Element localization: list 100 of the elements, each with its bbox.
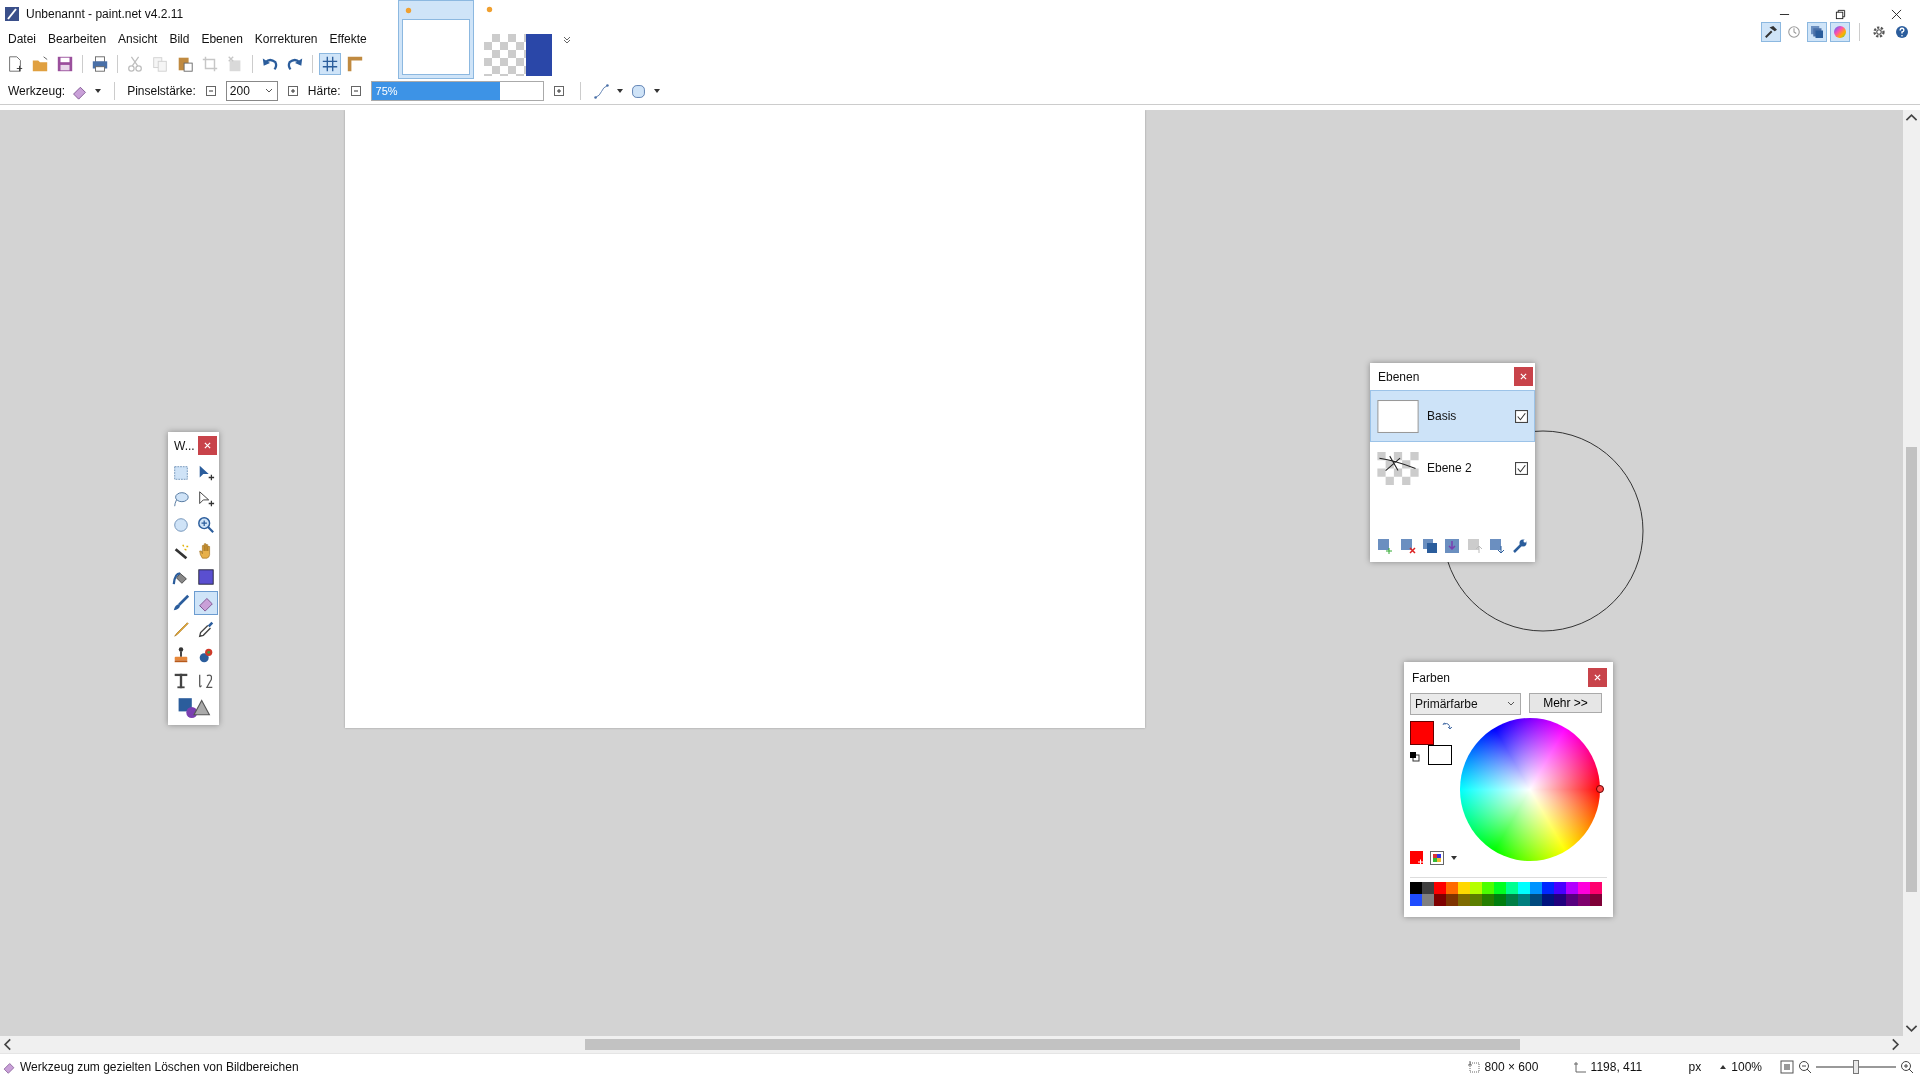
palette-swatch[interactable]: [1482, 894, 1494, 906]
delete-layer-icon[interactable]: [1399, 538, 1416, 554]
palette-swatch[interactable]: [1530, 894, 1542, 906]
menu-item[interactable]: Bearbeiten: [42, 32, 113, 46]
chevron-icon[interactable]: [562, 34, 572, 44]
minus-icon[interactable]: [205, 86, 216, 96]
caret-icon[interactable]: [1450, 854, 1458, 862]
palette-swatch[interactable]: [1554, 882, 1566, 894]
wrench-icon[interactable]: [1511, 538, 1528, 554]
palette-swatch[interactable]: [1458, 882, 1470, 894]
menu-item[interactable]: Effekte: [323, 32, 373, 46]
grid-icon[interactable]: [319, 53, 341, 75]
palette-swatch[interactable]: [1506, 894, 1518, 906]
brush-size-field[interactable]: 200: [225, 81, 278, 101]
zoom-value[interactable]: 100%: [1731, 1060, 1762, 1074]
palette-swatch[interactable]: [1530, 882, 1542, 894]
cursor-position-icon: [1572, 1060, 1587, 1074]
close-icon: [204, 442, 211, 449]
image-thumbnail: [402, 19, 470, 75]
layer-name: Ebene 2: [1427, 461, 1473, 475]
palette-swatch[interactable]: [1446, 894, 1458, 906]
secondary-color-swatch[interactable]: [1428, 745, 1452, 765]
reset-colors-icon[interactable]: [1410, 752, 1420, 762]
menu-item[interactable]: Ansicht: [112, 32, 164, 46]
zoom-slider[interactable]: [1816, 1059, 1896, 1075]
palette-swatch[interactable]: [1566, 894, 1578, 906]
palette-swatch[interactable]: [1506, 882, 1518, 894]
palette-swatch[interactable]: [1590, 894, 1602, 906]
palette-swatch[interactable]: [1434, 882, 1446, 894]
color-wheel-icon[interactable]: [1830, 22, 1850, 42]
visibility-checkbox[interactable]: [1515, 461, 1528, 475]
palette-swatch[interactable]: [1494, 882, 1506, 894]
palette-swatch[interactable]: [1518, 882, 1530, 894]
merge-layer-icon[interactable]: [1444, 538, 1461, 554]
zoom-icon: [197, 516, 215, 534]
palette-swatch[interactable]: [1554, 894, 1566, 906]
close-icon: [1594, 674, 1601, 681]
layers-icon[interactable]: [1807, 22, 1827, 42]
palette-swatch[interactable]: [1566, 882, 1578, 894]
palette-swatch[interactable]: [1542, 894, 1554, 906]
menu-item[interactable]: Korrekturen: [248, 32, 324, 46]
brush-icon: [172, 594, 190, 612]
palette-icon[interactable]: [1430, 851, 1444, 865]
palette-swatch[interactable]: [1578, 894, 1590, 906]
zoom-out-icon[interactable]: [1798, 1060, 1812, 1074]
primary-color-swatch[interactable]: [1410, 721, 1434, 745]
caret-icon[interactable]: [94, 87, 103, 95]
zoom-in-icon[interactable]: [1900, 1060, 1914, 1074]
close-button[interactable]: [198, 436, 217, 455]
palette-swatch[interactable]: [1542, 882, 1554, 894]
eyedropper-icon: [197, 620, 215, 638]
menu-item[interactable]: Datei: [2, 32, 42, 46]
palette-swatch[interactable]: [1470, 882, 1482, 894]
plus-icon[interactable]: [553, 86, 564, 96]
swap-icon[interactable]: [1442, 721, 1452, 731]
layer-thumbnail: [1377, 399, 1419, 433]
caret-icon[interactable]: [652, 87, 661, 95]
restore-icon[interactable]: [1835, 8, 1846, 20]
layer-row[interactable]: Basis: [1370, 390, 1535, 442]
hammer-icon[interactable]: [1761, 22, 1781, 42]
palette-swatch[interactable]: [1410, 882, 1422, 894]
add-color-icon[interactable]: [1410, 851, 1424, 865]
unit-selector[interactable]: px: [1688, 1060, 1702, 1074]
palette-swatch[interactable]: [1422, 882, 1434, 894]
palette-swatch[interactable]: [1410, 894, 1422, 906]
hardness-label: Härte:: [307, 84, 341, 98]
dot-icon: [485, 5, 494, 14]
menu-item[interactable]: Ebenen: [195, 32, 249, 46]
plus-icon[interactable]: [287, 86, 298, 96]
caret-up-icon[interactable]: [1719, 1063, 1728, 1071]
palette-swatch[interactable]: [1482, 882, 1494, 894]
palette-swatch[interactable]: [1590, 882, 1602, 894]
color-mode-dropdown[interactable]: Primärfarbe: [1410, 693, 1521, 715]
duplicate-layer-icon[interactable]: [1422, 538, 1439, 554]
palette-swatch[interactable]: [1470, 894, 1482, 906]
window-title: Unbenannt - paint.net v4.2.11: [26, 7, 184, 21]
wheel-marker[interactable]: [1596, 785, 1604, 793]
close-button[interactable]: [1514, 367, 1533, 386]
palette-swatch[interactable]: [1494, 894, 1506, 906]
move-down-icon[interactable]: [1489, 538, 1506, 554]
vertical-scrollbar[interactable]: [1903, 110, 1920, 1036]
minus-icon[interactable]: [350, 86, 361, 96]
close-icon[interactable]: [1891, 8, 1902, 20]
palette-swatch[interactable]: [1434, 894, 1446, 906]
more-button[interactable]: Mehr >>: [1529, 693, 1602, 713]
visibility-checkbox[interactable]: [1515, 409, 1528, 423]
dot-icon: [404, 6, 413, 15]
palette-swatch[interactable]: [1578, 882, 1590, 894]
horizontal-scrollbar[interactable]: [0, 1036, 1920, 1053]
close-button[interactable]: [1588, 668, 1607, 687]
caret-icon[interactable]: [615, 87, 624, 95]
palette-swatch[interactable]: [1518, 894, 1530, 906]
add-layer-icon[interactable]: [1377, 538, 1394, 554]
image-size: 800 × 600: [1484, 1060, 1540, 1074]
palette-swatch[interactable]: [1422, 894, 1434, 906]
layer-row[interactable]: Ebene 2: [1370, 442, 1535, 494]
menu-item[interactable]: Bild: [163, 32, 196, 46]
palette-swatch[interactable]: [1446, 882, 1458, 894]
palette-swatch[interactable]: [1458, 894, 1470, 906]
arrow-move-icon: [197, 464, 215, 482]
